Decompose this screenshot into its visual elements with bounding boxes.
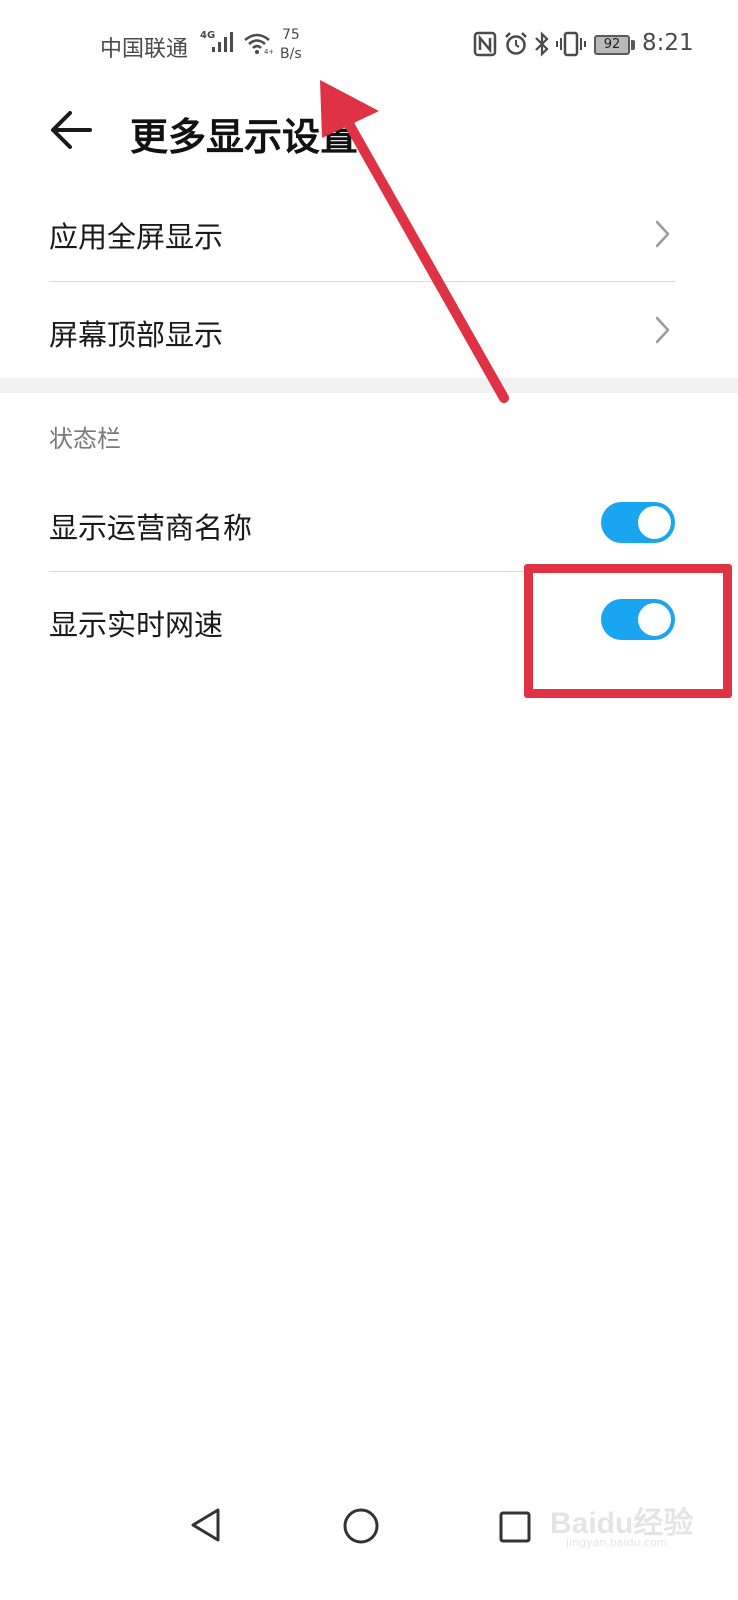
row-label: 显示实时网速 [49, 608, 224, 642]
signal-strength-icon [210, 30, 236, 58]
row-screen-top-display[interactable]: 屏幕顶部显示 [0, 282, 738, 378]
nav-recent-apps-button[interactable] [498, 1510, 532, 1548]
status-bar: 中国联通 4G 4+ 75 B/s 92 8:21 [0, 0, 738, 92]
bluetooth-icon [532, 30, 552, 62]
clock: 8:21 [642, 30, 694, 56]
row-label: 显示运营商名称 [49, 511, 253, 545]
arrow-left-icon [51, 111, 92, 149]
chevron-right-icon [652, 314, 672, 350]
page-title: 更多显示设置 [130, 115, 359, 159]
nfc-icon [473, 31, 497, 61]
battery-tip [631, 40, 635, 50]
nav-back-button[interactable] [187, 1505, 227, 1549]
svg-text:4+: 4+ [264, 48, 273, 55]
circle-home-icon [343, 1508, 379, 1544]
row-label: 屏幕顶部显示 [49, 318, 224, 352]
battery-icon: 92 [594, 35, 630, 55]
wifi-icon: 4+ [243, 31, 274, 59]
row-show-carrier-name[interactable]: 显示运营商名称 [0, 474, 738, 571]
chevron-right-icon [652, 218, 672, 254]
toggle-knob [638, 506, 671, 539]
watermark-url: jingyan.baidu.com [566, 1536, 668, 1549]
vibrate-icon [556, 31, 586, 61]
row-fullscreen-display[interactable]: 应用全屏显示 [0, 186, 738, 282]
square-recent-icon [499, 1511, 531, 1543]
network-speed-value: 75 [282, 27, 300, 43]
section-separator [0, 378, 738, 393]
annotation-highlight-box [524, 564, 732, 698]
carrier-name: 中国联通 [100, 37, 189, 62]
nav-home-button[interactable] [342, 1507, 380, 1549]
carrier-name-toggle[interactable] [601, 502, 675, 543]
back-button[interactable] [40, 100, 100, 160]
row-label: 应用全屏显示 [49, 220, 224, 254]
watermark-logo: Baidu经验 jingyan.baidu.com [550, 1496, 710, 1556]
triangle-back-icon [191, 1508, 220, 1542]
battery-level: 92 [603, 37, 621, 52]
alarm-icon [503, 31, 529, 61]
section-header-status-bar: 状态栏 [49, 425, 121, 453]
network-speed-unit: B/s [280, 46, 302, 62]
